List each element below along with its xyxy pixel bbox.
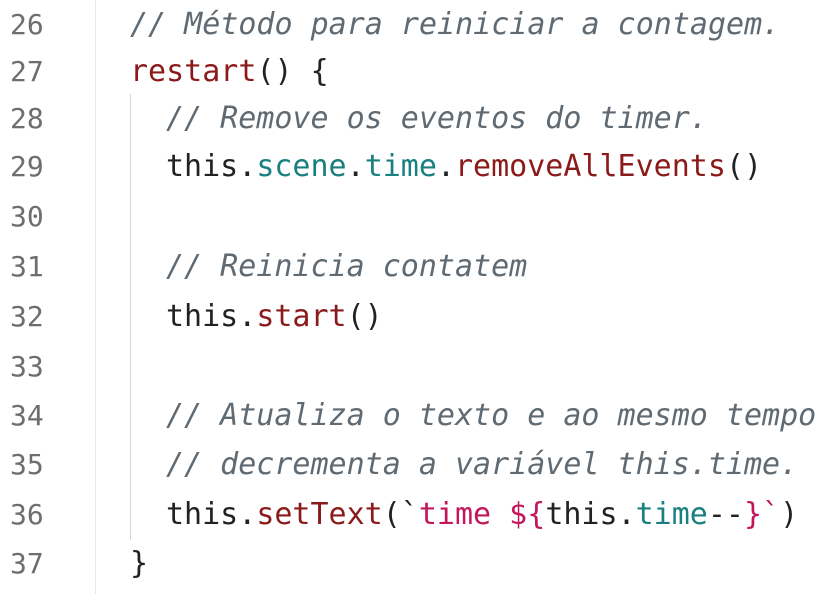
line-number: 35: [10, 448, 44, 481]
line-number: 28: [10, 102, 44, 135]
code-line-comment: // Método para reiniciar a contagem.: [130, 7, 781, 42]
method-start: start: [256, 299, 347, 334]
punctuation: () {: [256, 54, 329, 89]
dot: .: [238, 497, 257, 532]
line-number: 30: [10, 200, 44, 233]
code-area[interactable]: // Método para reiniciar a contagem. res…: [96, 0, 832, 594]
code-line-set-text: this.setText(`time ${this.time--}`): [166, 490, 798, 539]
dot: .: [238, 149, 257, 184]
line-number: 37: [10, 547, 44, 580]
property-time: time: [364, 149, 437, 184]
line-number: 34: [10, 399, 44, 432]
code-line-remove-events: this.scene.time.removeAllEvents(): [166, 142, 762, 191]
keyword-this: this: [166, 149, 239, 184]
line-number: 27: [10, 55, 44, 88]
line-number-gutter: 26 27 28 29 30 31 32 33 34 35 36 37: [0, 0, 96, 594]
line-number: 33: [10, 350, 44, 383]
line-number: 36: [10, 498, 44, 531]
line-number: 32: [10, 300, 44, 333]
method-remove-all-events: removeAllEvents: [455, 149, 726, 184]
code-line-start-call: this.start(): [166, 292, 383, 341]
template-string-text: time ${: [418, 497, 546, 532]
code-line-comment: // Reinicia contatem: [166, 249, 528, 284]
parens: (): [346, 299, 383, 334]
dot: .: [436, 149, 455, 184]
code-line-method-declaration: restart() {: [130, 47, 329, 96]
code-line-comment: // Remove os eventos do timer.: [166, 101, 708, 136]
code-editor[interactable]: 26 27 28 29 30 31 32 33 34 35 36 37 // M…: [0, 0, 832, 594]
line-number: 31: [10, 250, 44, 283]
template-string-close: }`: [744, 497, 781, 532]
decrement-operator: --: [707, 497, 744, 532]
template-this: this.: [545, 497, 636, 532]
dot: .: [238, 299, 257, 334]
method-name: restart: [130, 54, 257, 89]
code-line-close-brace: }: [130, 539, 148, 588]
parens: (): [725, 149, 763, 184]
indent-guide: [130, 94, 131, 540]
line-number: 29: [10, 150, 44, 183]
close-brace: }: [130, 546, 149, 581]
close-paren: ): [780, 497, 799, 532]
keyword-this: this: [166, 497, 239, 532]
keyword-this: this: [166, 299, 239, 334]
line-number: 26: [10, 8, 44, 41]
dot: .: [346, 149, 365, 184]
code-line-comment: // decrementa a variável this.time.: [166, 447, 799, 482]
open-paren-backtick: (`: [382, 497, 419, 532]
template-property-time: time: [635, 497, 708, 532]
method-set-text: setText: [256, 497, 383, 532]
property-scene: scene: [256, 149, 347, 184]
code-line-comment: // Atualiza o texto e ao mesmo tempo: [166, 398, 817, 433]
